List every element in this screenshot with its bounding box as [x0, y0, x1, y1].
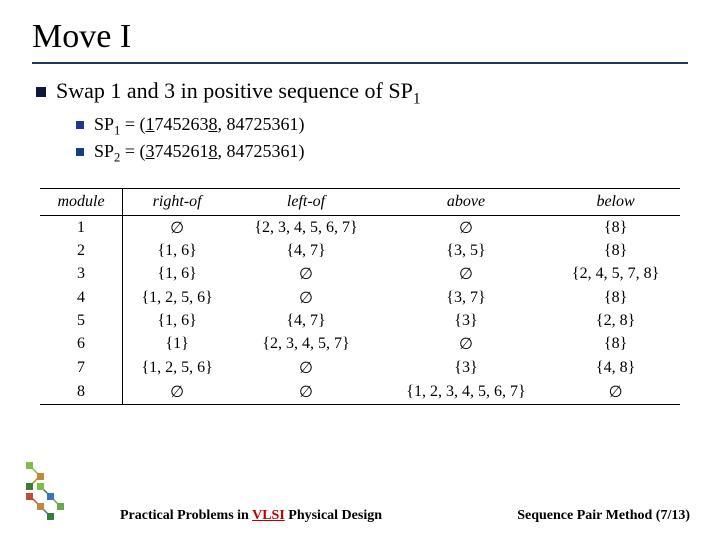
main-bullet: Swap 1 and 3 in positive sequence of SP1 [36, 78, 688, 108]
table-cell: {2, 3, 4, 5, 6, 7} [231, 215, 381, 240]
sub-bullet-text: SP2 = (37452618, 84725361) [94, 141, 304, 166]
footer-vlsi: VLSI [252, 508, 285, 523]
table-cell: 2 [40, 240, 123, 262]
table-row: 7{1, 2, 5, 6}∅{3}{4, 8} [40, 356, 680, 380]
table-cell: 6 [40, 332, 123, 356]
table-cell: {1, 6} [123, 262, 232, 286]
table-cell: {2, 3, 4, 5, 7} [231, 332, 381, 356]
table-body: 1∅{2, 3, 4, 5, 6, 7}∅{8}2{1, 6}{4, 7}{3,… [40, 215, 680, 404]
relations-table: module right-of left-of above below 1∅{2… [40, 188, 680, 405]
table-cell: ∅ [231, 380, 381, 405]
table-cell: ∅ [381, 215, 551, 240]
table-row: 8∅∅{1, 2, 3, 4, 5, 6, 7}∅ [40, 380, 680, 405]
footer-right: Sequence Pair Method (7/13) [517, 508, 690, 524]
table-row: 4{1, 2, 5, 6}∅{3, 7}{8} [40, 286, 680, 310]
table-cell: 1 [40, 215, 123, 240]
table-cell: 3 [40, 262, 123, 286]
table-cell: ∅ [381, 262, 551, 286]
th-above: above [381, 188, 551, 215]
table-cell: ∅ [123, 380, 232, 405]
sub-bullet-icon [76, 121, 84, 129]
sub-bullet-icon [76, 148, 84, 156]
table-cell: ∅ [231, 262, 381, 286]
table-row: 1∅{2, 3, 4, 5, 6, 7}∅{8} [40, 215, 680, 240]
sub-bullet-text: SP1 = (17452638, 84725361) [94, 114, 304, 139]
table-cell: {8} [551, 286, 680, 310]
table-cell: ∅ [231, 356, 381, 380]
table-cell: ∅ [231, 286, 381, 310]
table-cell: {3} [381, 310, 551, 332]
footer: Practical Problems in VLSI Physical Desi… [0, 508, 720, 524]
table-cell: {2, 8} [551, 310, 680, 332]
table-cell: {1, 2, 3, 4, 5, 6, 7} [381, 380, 551, 405]
table-cell: ∅ [381, 332, 551, 356]
slide-title: Move I [32, 18, 688, 56]
table-cell: {3, 7} [381, 286, 551, 310]
table-cell: {4, 8} [551, 356, 680, 380]
table-cell: {8} [551, 332, 680, 356]
relations-table-wrap: module right-of left-of above below 1∅{2… [40, 188, 680, 405]
table-cell: {1, 2, 5, 6} [123, 286, 232, 310]
main-bullet-text: Swap 1 and 3 in positive sequence of SP1 [56, 78, 421, 108]
th-module: module [40, 188, 123, 215]
th-left-of: left-of [231, 188, 381, 215]
footer-left: Practical Problems in VLSI Physical Desi… [120, 508, 382, 524]
table-row: 3{1, 6}∅∅{2, 4, 5, 7, 8} [40, 262, 680, 286]
table-cell: {8} [551, 240, 680, 262]
table-cell: 8 [40, 380, 123, 405]
table-cell: {8} [551, 215, 680, 240]
table-row: 2{1, 6}{4, 7}{3, 5}{8} [40, 240, 680, 262]
main-bullet-sub: 1 [413, 90, 421, 107]
title-rule [32, 62, 688, 64]
table-cell: ∅ [123, 215, 232, 240]
table-cell: ∅ [551, 380, 680, 405]
table-cell: {1, 6} [123, 240, 232, 262]
sub-bullet-2: SP2 = (37452618, 84725361) [76, 141, 688, 166]
table-cell: {4, 7} [231, 240, 381, 262]
sub-bullet-list: SP1 = (17452638, 84725361) SP2 = (374526… [76, 114, 688, 165]
table-cell: {4, 7} [231, 310, 381, 332]
table-cell: {1, 6} [123, 310, 232, 332]
sub-bullet-1: SP1 = (17452638, 84725361) [76, 114, 688, 139]
table-cell: {2, 4, 5, 7, 8} [551, 262, 680, 286]
table-cell: {3, 5} [381, 240, 551, 262]
main-bullet-label: Swap 1 and 3 in positive sequence of SP [56, 78, 413, 103]
th-below: below [551, 188, 680, 215]
table-row: 5{1, 6}{4, 7}{3}{2, 8} [40, 310, 680, 332]
table-cell: 7 [40, 356, 123, 380]
table-cell: 4 [40, 286, 123, 310]
table-row: 6{1}{2, 3, 4, 5, 7}∅{8} [40, 332, 680, 356]
table-cell: 5 [40, 310, 123, 332]
bullet-icon [36, 87, 46, 97]
table-cell: {1, 2, 5, 6} [123, 356, 232, 380]
table-cell: {3} [381, 356, 551, 380]
table-cell: {1} [123, 332, 232, 356]
th-right-of: right-of [123, 188, 232, 215]
